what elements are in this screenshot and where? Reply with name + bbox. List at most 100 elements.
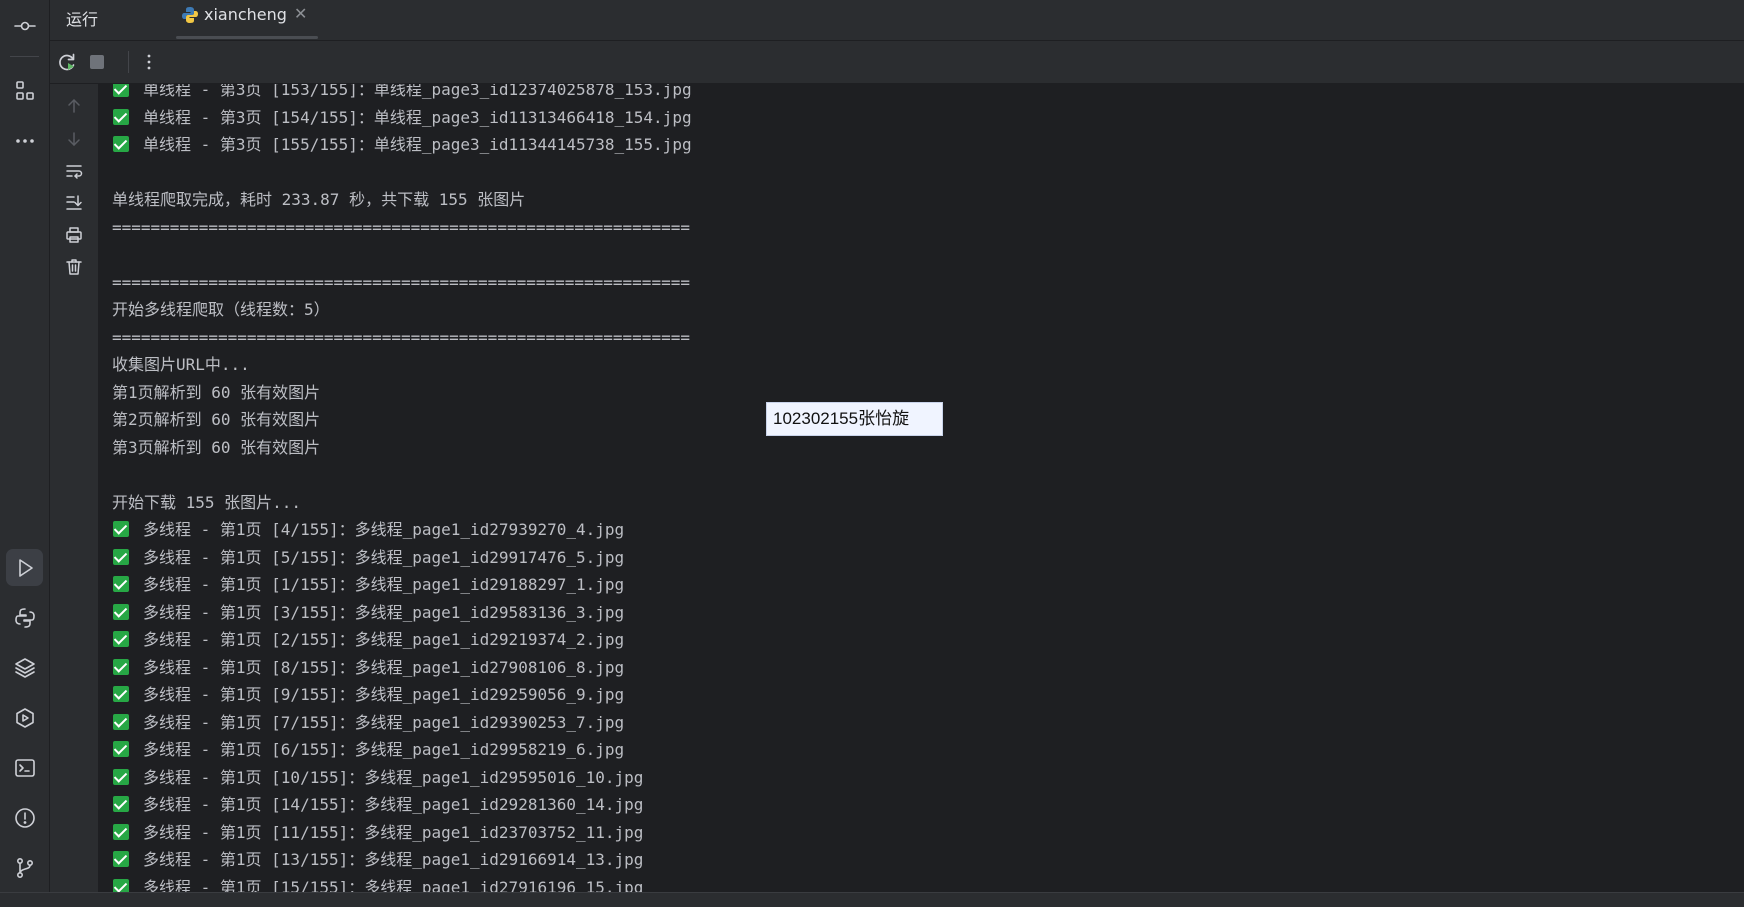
console-line-text: 第3页解析到 60 张有效图片 (112, 437, 321, 457)
console-line-text: 多线程 - 第1页 [13/155]：多线程_page1_id29166914_… (143, 850, 644, 869)
console-line-success: 多线程 - 第1页 [4/155]：多线程_page1_id27939270_4… (113, 516, 624, 543)
stop-icon[interactable] (85, 50, 109, 74)
console-line-text: 多线程 - 第1页 [8/155]：多线程_page1_id27908106_8… (143, 657, 625, 677)
tab-xiancheng[interactable]: xiancheng ✕ (176, 0, 318, 40)
console-line-text: ========================================… (112, 217, 690, 237)
watermark-label: 102302155张怡旋 (766, 402, 943, 436)
console-line-success: 多线程 - 第1页 [13/155]：多线程_page1_id29166914_… (113, 846, 643, 873)
console-line-success: 多线程 - 第1页 [5/155]：多线程_page1_id29917476_5… (113, 544, 624, 571)
check-icon (113, 851, 129, 867)
console-line-text: 多线程 - 第1页 [10/155]：多线程_page1_id29595016_… (143, 767, 644, 787)
console-line-text: 多线程 - 第1页 [14/155]：多线程_page1_id29281360_… (143, 795, 644, 814)
console-line-success: 单线程 - 第3页 [154/155]：单线程_page3_id11313466… (113, 104, 692, 131)
problems-icon[interactable] (6, 799, 43, 836)
check-icon (113, 521, 129, 537)
check-icon (113, 823, 129, 840)
scroll-to-end-icon[interactable] (62, 191, 86, 215)
console-line-text: 多线程 - 第1页 [1/155]：多线程_page1_id29188297_1… (143, 575, 625, 594)
console-line-text: 多线程 - 第1页 [9/155]：多线程_page1_id29259056_9… (143, 685, 625, 704)
console-line: 单线程爬取完成，耗时 233.87 秒，共下载 155 张图片 (112, 186, 525, 213)
console-line-text: ========================================… (112, 327, 690, 347)
console-line-success: 多线程 - 第1页 [7/155]：多线程_page1_id29390253_7… (113, 709, 624, 736)
console-line-success: 单线程 - 第3页 [153/155]：单线程_page3_id12374025… (113, 84, 692, 103)
console-line-success: 多线程 - 第1页 [1/155]：多线程_page1_id29188297_1… (113, 571, 624, 598)
check-icon (113, 108, 129, 125)
console-line-success: 多线程 - 第1页 [11/155]：多线程_page1_id23703752_… (113, 819, 643, 846)
soft-wrap-icon[interactable] (62, 159, 86, 183)
services-icon[interactable] (6, 699, 43, 736)
run-tool-window-header: 运行 xiancheng ✕ (50, 0, 1744, 41)
python-file-icon (182, 7, 198, 23)
check-icon (113, 548, 129, 565)
check-icon (113, 713, 129, 730)
structure-icon[interactable] (6, 72, 43, 109)
console-line: ========================================… (112, 214, 690, 241)
console-line-success: 单线程 - 第3页 [155/155]：单线程_page3_id11344145… (113, 131, 692, 158)
console-line-success: 多线程 - 第1页 [9/155]：多线程_page1_id29259056_9… (113, 681, 624, 708)
check-icon (113, 741, 129, 757)
check-icon (113, 878, 129, 892)
layers-icon[interactable] (6, 649, 43, 686)
close-icon[interactable]: ✕ (294, 4, 307, 23)
console-line-text: 第1页解析到 60 张有效图片 (112, 382, 321, 402)
python-console-icon[interactable] (6, 599, 43, 636)
console-line-text: 多线程 - 第1页 [4/155]：多线程_page1_id27939270_4… (143, 520, 625, 539)
console-line: 第3页解析到 60 张有效图片 (112, 434, 320, 461)
arrow-down-icon[interactable] (62, 127, 86, 151)
console-line-text: 多线程 - 第1页 [2/155]：多线程_page1_id29219374_2… (143, 630, 625, 649)
check-icon (113, 686, 129, 702)
check-icon (113, 136, 129, 152)
console-line: 开始多线程爬取（线程数：5） (112, 296, 330, 323)
commit-icon[interactable] (6, 7, 43, 44)
console-line: 开始下载 155 张图片... (112, 489, 301, 516)
trash-icon[interactable] (62, 255, 86, 279)
console-side-toolbar (50, 84, 99, 892)
console-line-text: 单线程爬取完成，耗时 233.87 秒，共下载 155 张图片 (112, 190, 526, 209)
console-line-success: 多线程 - 第1页 [10/155]：多线程_page1_id29595016_… (113, 764, 643, 791)
arrow-up-icon[interactable] (62, 94, 86, 118)
console-line-text: 开始多线程爬取（线程数：5） (112, 300, 330, 319)
console-line-success: 多线程 - 第1页 [2/155]：多线程_page1_id29219374_2… (113, 626, 624, 653)
console-line-success: 多线程 - 第1页 [14/155]：多线程_page1_id29281360_… (113, 791, 643, 818)
console-line: 第2页解析到 60 张有效图片 (112, 406, 320, 433)
git-icon[interactable] (6, 849, 43, 886)
console-output[interactable]: 单线程 - 第3页 [153/155]：单线程_page3_id12374025… (99, 84, 1744, 892)
toolbar-separator (128, 51, 129, 73)
console-line-text: 多线程 - 第1页 [3/155]：多线程_page1_id29583136_3… (143, 602, 625, 622)
check-icon (113, 796, 129, 812)
console-line-text: ========================================… (112, 272, 690, 292)
console-line-text: 开始下载 155 张图片... (112, 492, 302, 512)
check-icon (113, 658, 129, 675)
active-tab-indicator (176, 36, 318, 39)
console-line-text: 多线程 - 第1页 [7/155]：多线程_page1_id29390253_7… (143, 712, 625, 732)
check-icon (113, 576, 129, 592)
run-panel-title: 运行 (66, 10, 99, 29)
console-line-text: 多线程 - 第1页 [15/155]：多线程_page1_id27916196_… (143, 877, 644, 893)
check-icon (113, 768, 129, 785)
status-bar (0, 892, 1744, 907)
run-icon[interactable] (6, 549, 43, 586)
console-line-text: 第2页解析到 60 张有效图片 (112, 410, 321, 429)
console-line-success: 多线程 - 第1页 [8/155]：多线程_page1_id27908106_8… (113, 654, 624, 681)
console-line-text: 多线程 - 第1页 [6/155]：多线程_page1_id29958219_6… (143, 740, 625, 759)
print-icon[interactable] (62, 223, 86, 247)
check-icon (113, 84, 129, 97)
console-line-text: 单线程 - 第3页 [154/155]：单线程_page3_id11313466… (143, 107, 692, 127)
console-line-text: 单线程 - 第3页 [153/155]：单线程_page3_id12374025… (143, 84, 692, 99)
console-line-success: 多线程 - 第1页 [15/155]：多线程_page1_id27916196_… (113, 874, 644, 893)
rerun-icon[interactable] (55, 50, 79, 74)
check-icon (113, 631, 129, 647)
activity-bar (0, 0, 50, 892)
console-line: ========================================… (112, 269, 690, 296)
activity-separator (10, 56, 39, 57)
console-line-success: 多线程 - 第1页 [6/155]：多线程_page1_id29958219_6… (113, 736, 624, 763)
check-icon (113, 603, 129, 620)
more-icon[interactable] (6, 122, 43, 159)
tab-label: xiancheng (204, 5, 287, 24)
console-line-text: 单线程 - 第3页 [155/155]：单线程_page3_id11344145… (143, 135, 692, 154)
more-vertical-icon[interactable] (137, 50, 161, 74)
console-line: ========================================… (112, 324, 690, 351)
run-toolbar (50, 41, 1744, 84)
console-line: 收集图片URL中... (112, 351, 250, 378)
terminal-icon[interactable] (6, 749, 43, 786)
